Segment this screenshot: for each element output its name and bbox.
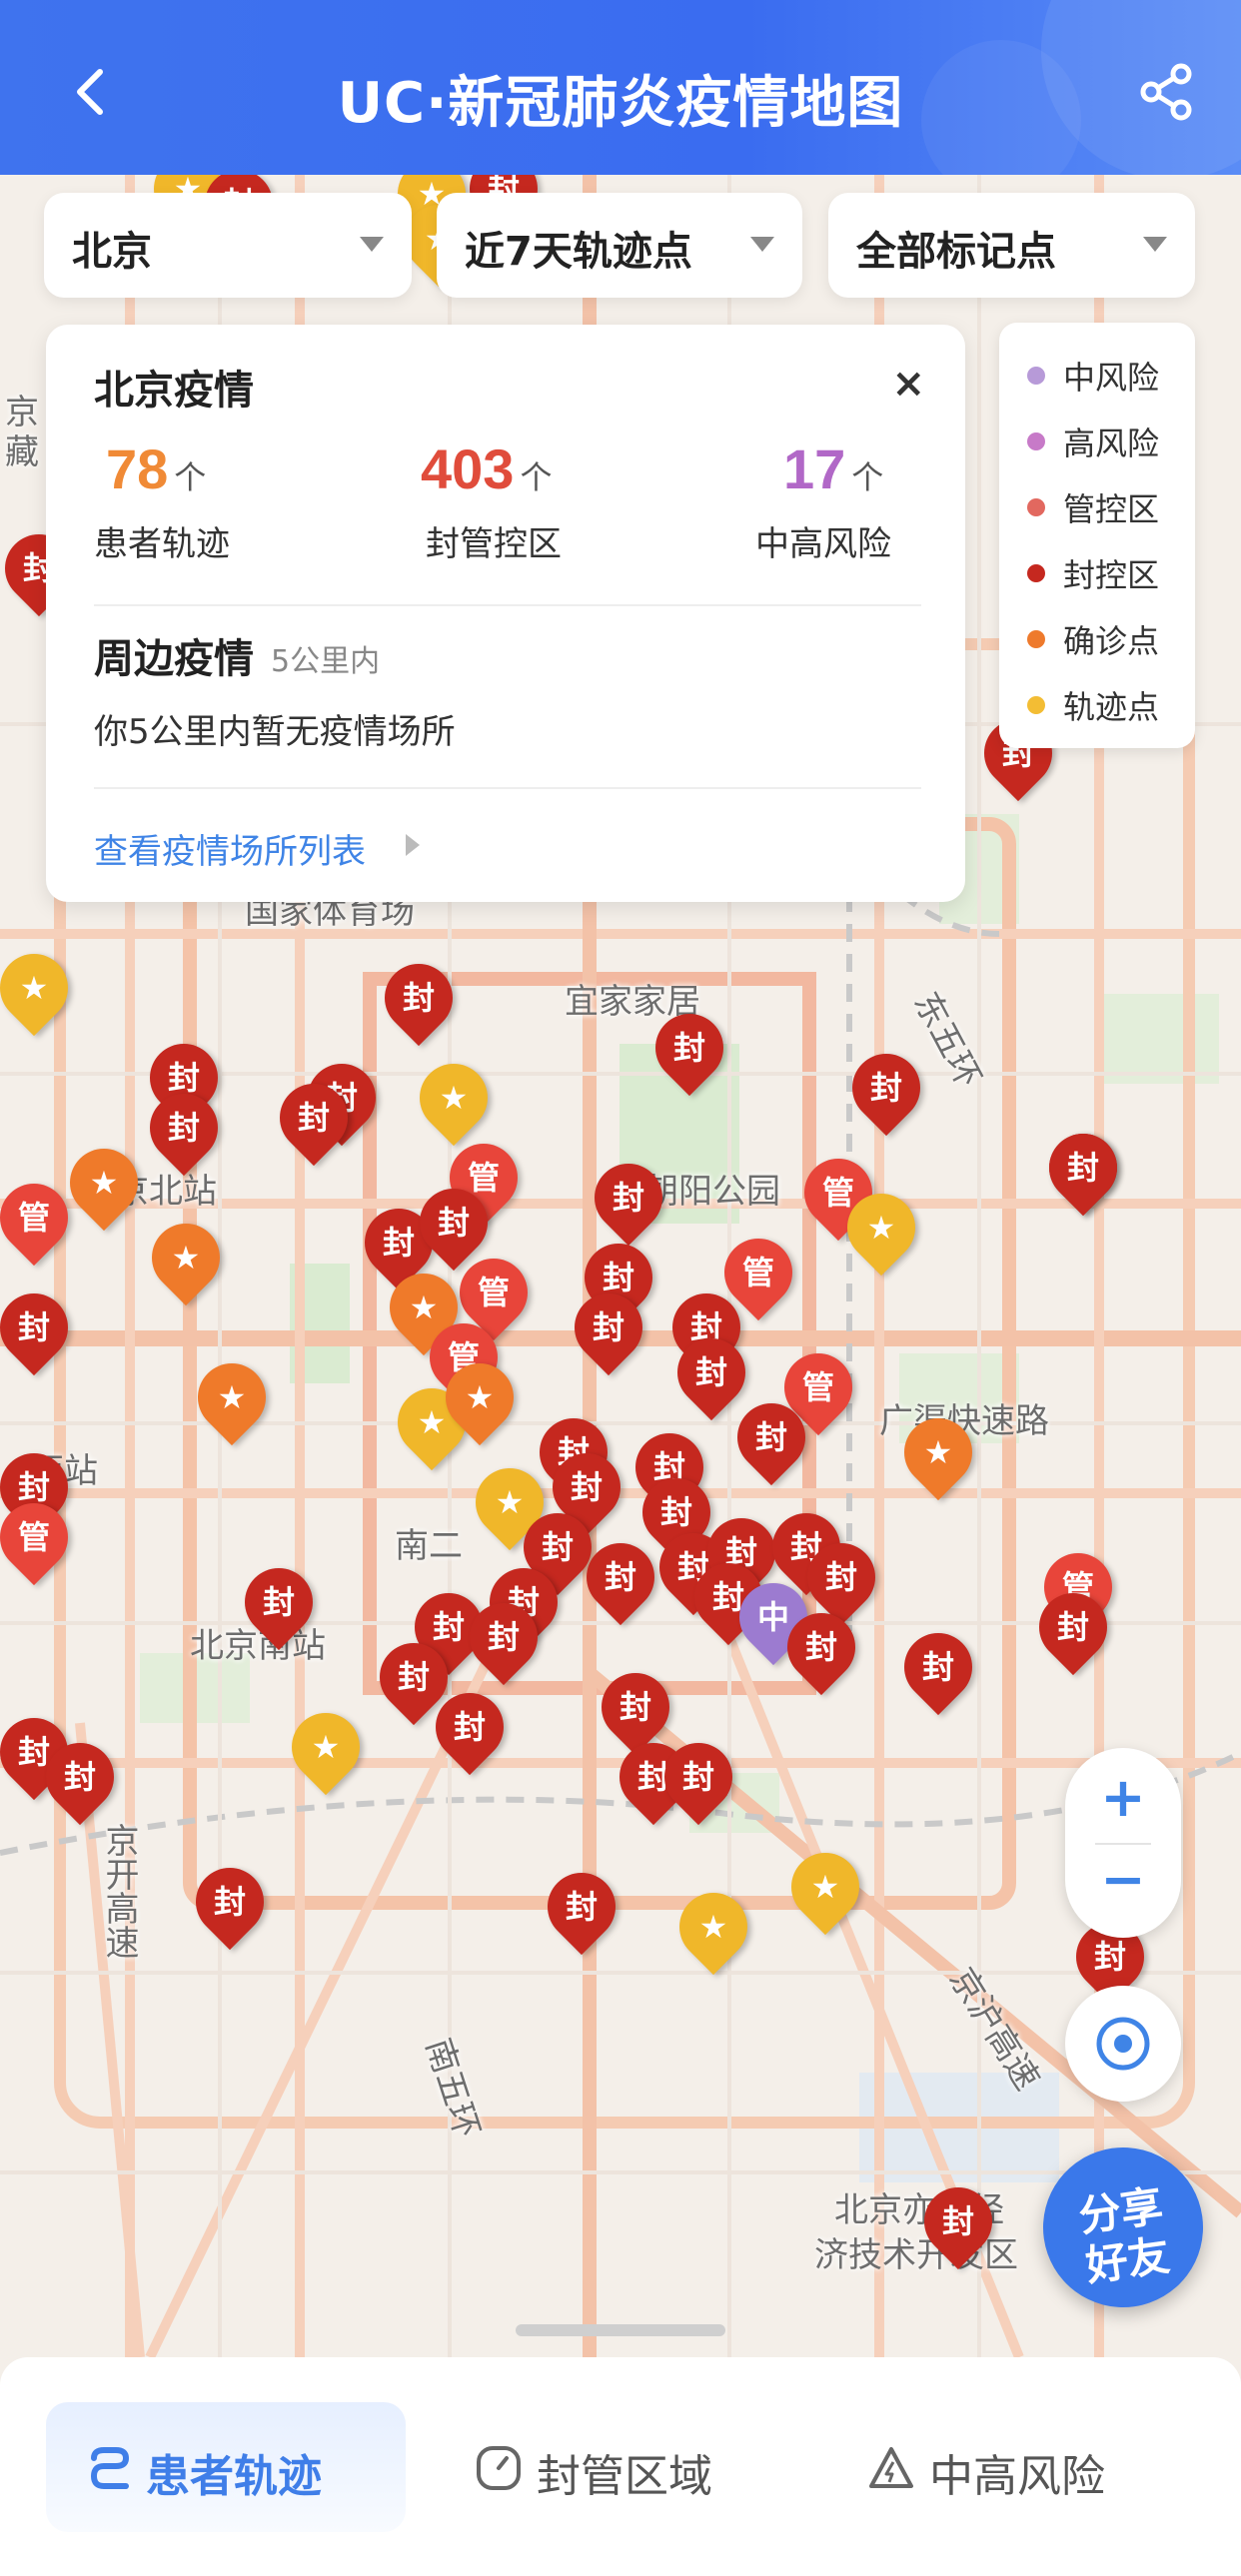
trajectory-pin[interactable]: ★ — [776, 1838, 874, 1936]
trajectory-pin[interactable]: ★ — [832, 1179, 930, 1277]
lockdown-pin[interactable]: 封 — [370, 949, 468, 1047]
confirmed-pin[interactable]: ★ — [137, 1209, 235, 1306]
trajectory-pin[interactable]: ★ — [405, 1049, 503, 1147]
nearby-title: 周边疫情 — [94, 636, 254, 682]
lockdown-pin[interactable]: 封 — [640, 999, 738, 1097]
city-select-label: 北京 — [72, 229, 152, 275]
marker-select[interactable]: 全部标记点 — [828, 193, 1195, 298]
stat-value: 78 — [106, 437, 169, 500]
lockdown-pin[interactable]: 封 — [1034, 1119, 1132, 1217]
caret-down-icon — [360, 237, 384, 252]
divider — [94, 787, 921, 789]
tab-label: 患者轨迹 — [146, 2451, 322, 2502]
card-title: 北京疫情 — [94, 368, 254, 414]
nearby-text: 你5公里内暂无疫情场所 — [94, 712, 456, 752]
stat-patient-trajectory[interactable]: 78 个 患者轨迹 — [94, 436, 230, 564]
epidemic-info-card: 北京疫情 × 78 个 患者轨迹 403 个 封管控区 17 个 中高风险 周边疫情 … — [46, 325, 965, 902]
lockdown-pin[interactable]: 封 — [560, 1279, 657, 1376]
lockdown-pin[interactable]: 封 — [722, 1388, 820, 1486]
caret-down-icon — [1143, 237, 1167, 252]
lockdown-pin[interactable]: 封 — [587, 1658, 684, 1756]
route-icon — [90, 2447, 130, 2489]
lockdown-pin[interactable]: 封 — [772, 1598, 870, 1696]
map-label: 朝阳公园 — [644, 1173, 780, 1211]
lockdown-pin[interactable]: 封 — [533, 1858, 630, 1956]
confirmed-pin[interactable]: ★ — [183, 1348, 281, 1446]
zoom-control: + − — [1065, 1748, 1181, 1938]
divider — [94, 604, 921, 606]
app-header: UC·新冠肺炎疫情地图 — [0, 0, 1241, 175]
locate-icon — [1096, 2017, 1150, 2071]
play-arrow-icon — [406, 834, 420, 856]
stat-label: 封管控区 — [426, 524, 562, 564]
trajectory-pin[interactable]: ★ — [277, 1698, 375, 1796]
lockdown-pin[interactable]: 封 — [181, 1853, 279, 1951]
stat-unit: 个 — [520, 458, 553, 496]
range-select-label: 近7天轨迹点 — [465, 229, 692, 275]
map-label: 京开高速 — [100, 1823, 138, 1959]
map-legend: 中风险 高风险 管控区 封控区 确诊点 轨迹点 — [999, 323, 1195, 748]
lockdown-pin[interactable]: 封 — [230, 1553, 328, 1651]
tab-label: 封管区域 — [537, 2451, 712, 2502]
stat-unit: 个 — [174, 458, 207, 496]
stat-label: 患者轨迹 — [94, 524, 230, 564]
drag-handle[interactable] — [516, 2324, 725, 2336]
zoom-out-button[interactable]: − — [1065, 1848, 1181, 1911]
range-select[interactable]: 近7天轨迹点 — [437, 193, 802, 298]
lockdown-pin[interactable]: 封 — [792, 1528, 890, 1626]
lockdown-pin[interactable]: 封 — [649, 1728, 747, 1826]
clock-icon — [477, 2446, 521, 2490]
bottom-tab-bar: 患者轨迹 封管区域 中高风险 — [0, 2357, 1241, 2576]
tab-control-zones[interactable]: 封管区域 — [475, 2402, 774, 2532]
lockdown-pin[interactable]: 封 — [580, 1149, 677, 1247]
tab-label: 中高风险 — [929, 2451, 1105, 2502]
lockdown-pin[interactable]: 封 — [31, 1728, 129, 1826]
stat-control-zones[interactable]: 403 个 封管控区 — [421, 436, 562, 564]
zoom-in-button[interactable]: + — [1065, 1766, 1181, 1829]
tab-risk-areas[interactable]: 中高风险 — [867, 2402, 1167, 2532]
stat-label: 中高风险 — [755, 524, 891, 564]
marker-select-label: 全部标记点 — [856, 229, 1056, 275]
map-label: 藏 — [5, 433, 39, 471]
lockdown-pin[interactable]: 封 — [421, 1678, 519, 1776]
caret-down-icon — [750, 237, 774, 252]
close-icon[interactable]: × — [891, 361, 925, 407]
page-title: UC·新冠肺炎疫情地图 — [337, 71, 904, 136]
trajectory-pin[interactable]: ★ — [664, 1878, 762, 1976]
lockdown-pin[interactable]: 封 — [1024, 1578, 1122, 1676]
stat-risk-areas[interactable]: 17 个 中高风险 — [755, 436, 891, 564]
share-icon[interactable] — [1137, 62, 1197, 122]
lockdown-pin[interactable]: 封 — [405, 1174, 503, 1272]
confirmed-pin[interactable]: ★ — [431, 1348, 529, 1446]
stat-value: 17 — [783, 437, 846, 500]
view-list-link[interactable]: 查看疫情场所列表 — [94, 824, 366, 873]
city-select[interactable]: 北京 — [44, 193, 412, 298]
locate-button[interactable] — [1065, 1986, 1181, 2102]
stat-value: 403 — [421, 437, 515, 500]
map-label: 南二 — [395, 1527, 463, 1565]
confirmed-pin[interactable]: ★ — [55, 1134, 153, 1232]
lockdown-pin[interactable]: 封 — [837, 1039, 935, 1137]
tab-patient-trajectory[interactable]: 患者轨迹 — [46, 2402, 406, 2532]
warning-icon — [869, 2447, 913, 2488]
lockdown-pin[interactable]: 封 — [455, 1588, 553, 1686]
lockdown-pin[interactable]: 封 — [265, 1069, 363, 1167]
divider — [1095, 1843, 1151, 1845]
lockdown-pin[interactable]: 封 — [572, 1528, 669, 1626]
lockdown-pin[interactable]: 封 — [135, 1079, 233, 1177]
confirmed-pin[interactable]: ★ — [889, 1403, 987, 1501]
stat-unit: 个 — [851, 458, 884, 496]
lockdown-pin[interactable]: 封 — [889, 1618, 987, 1716]
lockdown-pin[interactable]: 封 — [909, 2172, 1007, 2270]
nearby-subtitle: 5公里内 — [271, 644, 381, 679]
